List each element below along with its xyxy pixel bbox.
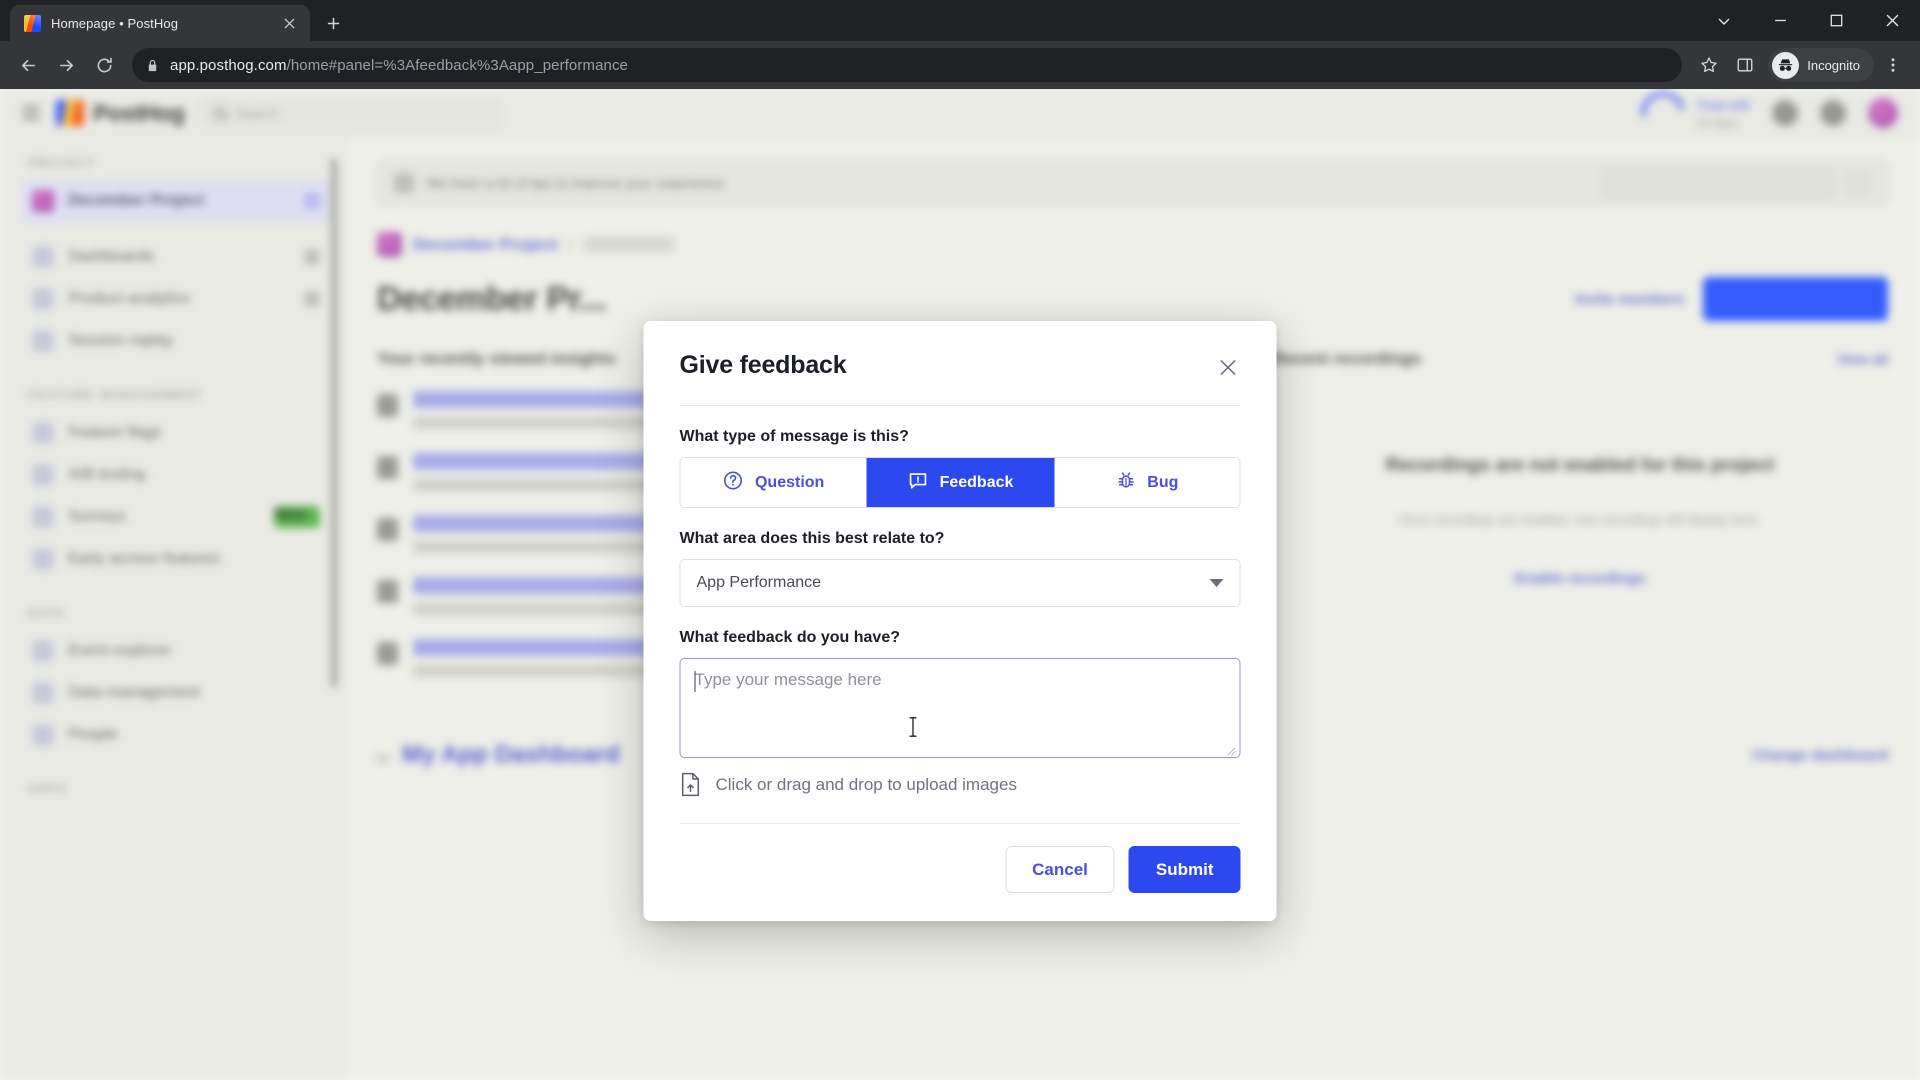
text-caret [694,671,696,692]
modal-header: Give feedback [680,351,1241,380]
message-type-feedback-button[interactable]: Feedback [866,458,1054,507]
new-tab-button[interactable] [316,6,350,40]
three-dot-menu-icon[interactable] [1876,48,1910,82]
message-type-bug-button[interactable]: Bug [1053,458,1240,507]
mouse-text-cursor [907,715,920,739]
modal-footer-divider [679,823,1241,824]
side-panel-icon[interactable] [1728,48,1762,82]
feedback-placeholder: Type your message here [694,670,882,689]
modal-title: Give feedback [679,351,847,379]
lock-icon [146,59,159,72]
url-path: /home#panel=%3Afeedback%3Aapp_performanc… [286,56,628,74]
window-controls [1696,0,1920,41]
incognito-indicator[interactable]: Incognito [1768,48,1874,82]
submit-button[interactable]: Submit [1128,846,1241,893]
page-viewport: PostHog Search Trial left 14 days PROJEC… [0,89,1920,1080]
address-bar[interactable]: app.posthog.com/home#panel=%3Afeedback%3… [132,48,1683,82]
message-type-segmented-control: Question Feedback Bug [679,457,1241,508]
tab-title: Homepage • PostHog [51,15,179,31]
bug-icon [1115,470,1136,496]
message-type-bug-label: Bug [1147,473,1179,491]
area-select-value: App Performance [696,574,822,591]
file-upload-icon [680,772,702,797]
browser-toolbar: app.posthog.com/home#panel=%3Afeedback%3… [0,41,1920,89]
bookmark-star-icon[interactable] [1692,48,1726,82]
message-type-question-button[interactable]: Question [680,458,867,507]
feedback-label: What feedback do you have? [679,629,900,646]
feedback-bubble-icon [908,470,929,496]
close-window-button[interactable] [1864,0,1920,41]
feedback-textarea[interactable]: Type your message here [679,658,1241,758]
upload-images-row[interactable]: Click or drag and drop to upload images [680,772,1241,797]
modal-footer: Cancel Submit [680,846,1241,893]
message-type-feedback-label: Feedback [939,473,1014,491]
incognito-label: Incognito [1807,57,1860,73]
chevron-down-icon [1209,579,1224,587]
cancel-button[interactable]: Cancel [1005,846,1115,893]
question-circle-icon [723,470,744,496]
back-button[interactable] [10,47,46,83]
close-icon[interactable] [1215,354,1241,380]
url-host: app.posthog.com [170,56,287,74]
area-label: What area does this best relate to? [679,530,945,547]
maximize-window-button[interactable] [1808,0,1864,41]
give-feedback-modal: Give feedback What type of message is th… [643,321,1277,921]
posthog-favicon-icon [24,14,41,32]
message-type-label: What type of message is this? [679,428,909,445]
tab-search-icon[interactable] [1696,0,1752,41]
area-select[interactable]: App Performance [679,559,1241,607]
forward-button[interactable] [48,47,84,83]
message-type-question-label: Question [754,473,825,491]
browser-tab[interactable]: Homepage • PostHog [10,5,310,41]
tab-strip: Homepage • PostHog [0,0,1920,41]
url-text: app.posthog.com/home#panel=%3Afeedback%3… [170,57,628,74]
modal-divider [679,405,1241,406]
browser-window: Homepage • PostHog app.posthog.com/home#… [0,0,1920,1080]
resize-handle[interactable] [1225,743,1237,756]
incognito-avatar-icon [1772,51,1800,79]
reload-button[interactable] [86,47,122,83]
close-tab-icon[interactable] [278,12,300,34]
minimize-window-button[interactable] [1752,0,1808,41]
upload-images-text: Click or drag and drop to upload images [715,774,1017,794]
